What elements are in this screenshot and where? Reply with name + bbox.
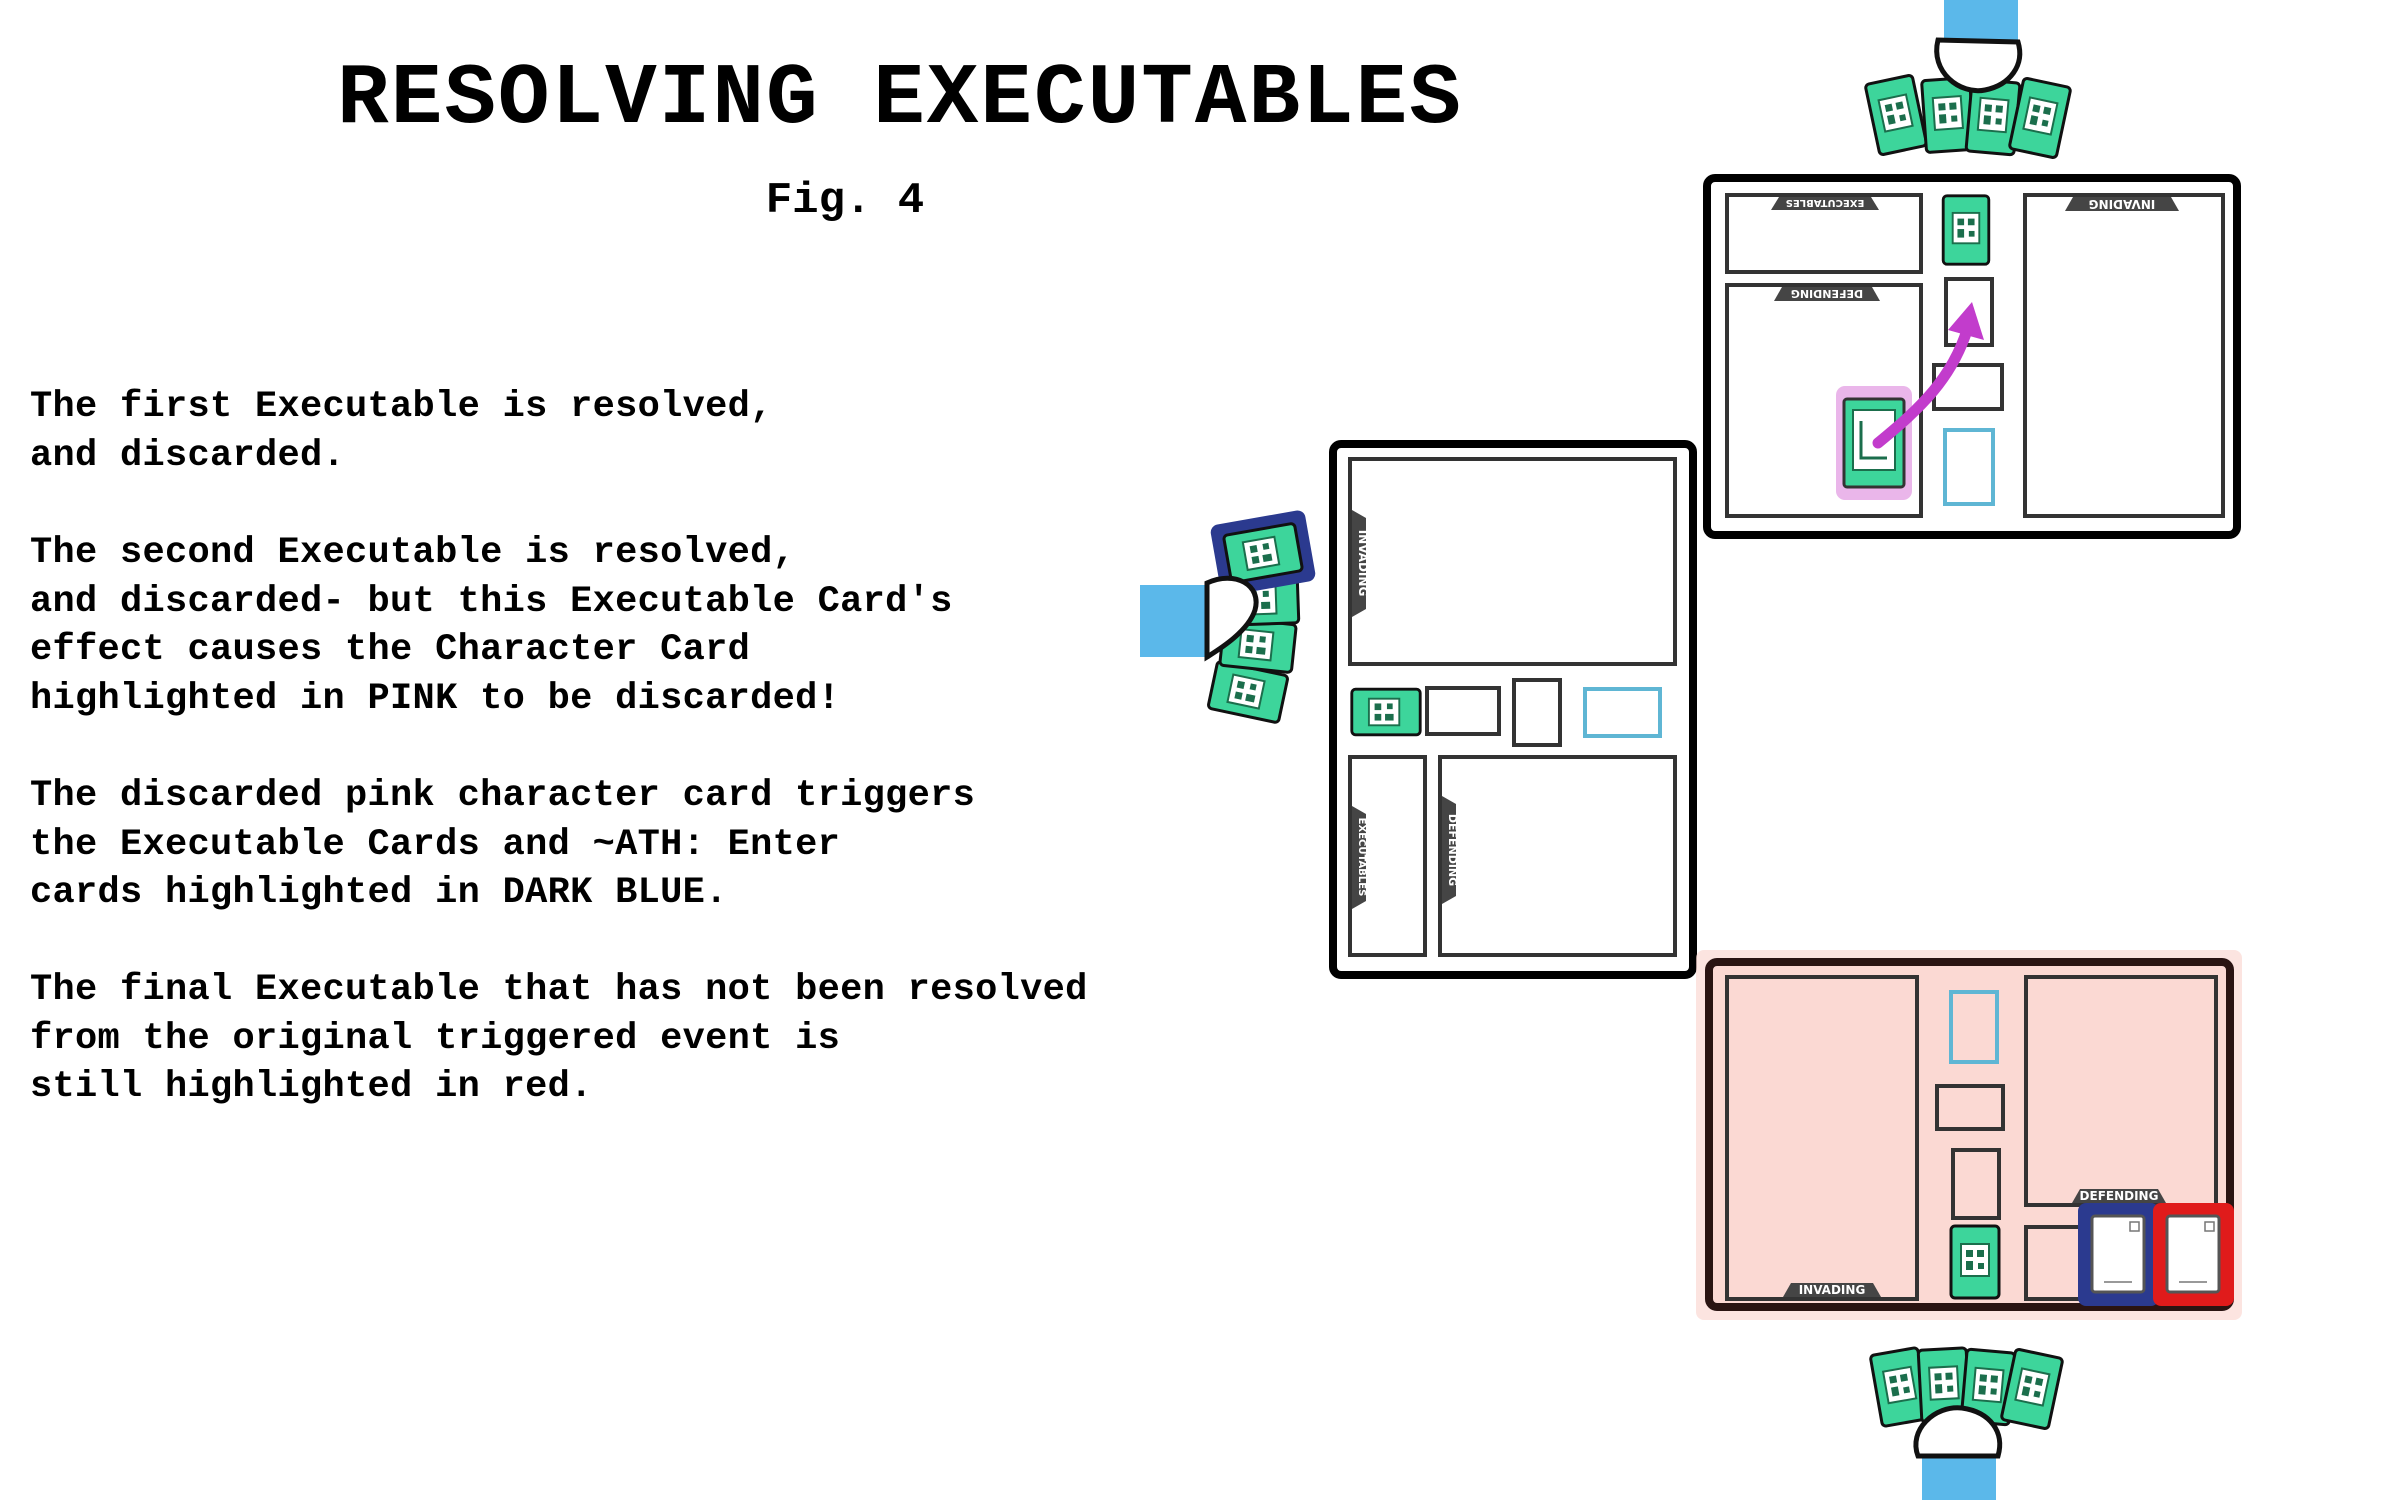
zone-label-invading-top: INVADING [2089, 197, 2156, 211]
zone-label-executables-left: EXECUTABLES [1356, 818, 1367, 897]
game-board-diagram: EXECUTABLES DEFENDING INVADING INVADING … [1140, 0, 2242, 1500]
deck-card-top [1941, 194, 1991, 266]
board-top: EXECUTABLES DEFENDING INVADING [1703, 174, 2241, 539]
board-left: INVADING EXECUTABLES DEFENDING [1329, 440, 1697, 979]
zone-label-invading-bottom: INVADING [1799, 1283, 1866, 1297]
zone-label-defending-top: DEFENDING [1791, 287, 1863, 300]
hand-top [1863, 0, 2073, 160]
zone-label-defending-bottom: DEFENDING [2080, 1189, 2159, 1203]
triggered-executable-blue [2090, 1214, 2146, 1294]
zone-label-executables-top: EXECUTABLES [1786, 197, 1865, 208]
deck-card-bottom [1949, 1224, 2001, 1300]
unresolved-executable-red [2165, 1214, 2221, 1294]
zone-label-invading-left: INVADING [1356, 530, 1370, 597]
hand-left [1140, 510, 1316, 725]
deck-card-left [1350, 687, 1422, 737]
hand-bottom [1868, 1345, 2065, 1500]
board-bottom: INVADING DEFENDING [1696, 950, 2242, 1320]
zone-label-defending-left: DEFENDING [1446, 814, 1459, 886]
